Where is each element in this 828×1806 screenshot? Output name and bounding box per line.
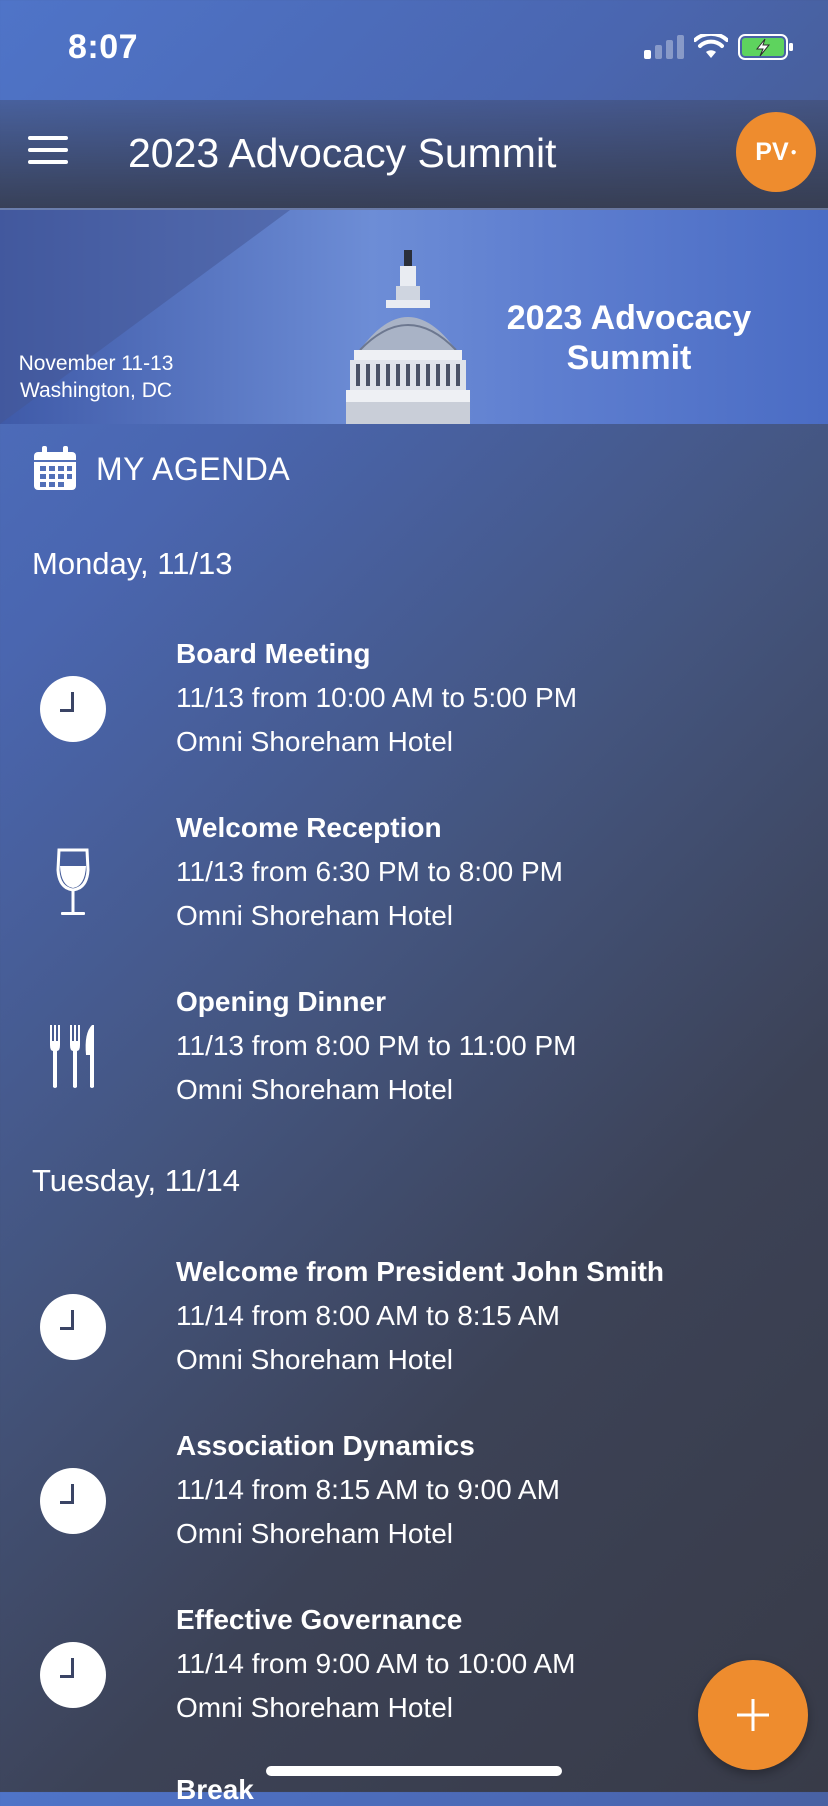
clock-icon [40, 1294, 106, 1360]
clock-icon [40, 1642, 106, 1708]
agenda-item[interactable]: Opening Dinner 11/13 from 8:00 PM to 11:… [0, 974, 828, 1124]
avatar-initials: PV [755, 137, 789, 166]
agenda-item[interactable]: Board Meeting 11/13 from 10:00 AM to 5:0… [0, 626, 828, 776]
agenda-item[interactable]: Welcome Reception 11/13 from 6:30 PM to … [0, 800, 828, 950]
event-time: 11/13 from 10:00 AM to 5:00 PM [176, 682, 578, 713]
home-indicator[interactable] [266, 1766, 562, 1776]
event-title: Welcome from President John Smith [176, 1256, 665, 1287]
event-title: Association Dynamics [176, 1430, 475, 1461]
day-heading: Tuesday, 11/14 [32, 1163, 240, 1198]
status-time: 8:07 [68, 28, 139, 66]
event-title: Board Meeting [176, 638, 371, 669]
menu-icon[interactable] [28, 136, 68, 168]
day-heading: Monday, 11/13 [32, 546, 233, 581]
wifi-icon [694, 34, 728, 58]
event-location: Omni Shoreham Hotel [176, 1344, 454, 1375]
avatar[interactable]: PV ● [736, 112, 816, 192]
clock-icon [40, 676, 106, 742]
app-bar: 2023 Advocacy Summit PV ● [0, 100, 828, 210]
event-banner: November 11-13 Washington, DC 2023 Advoc… [0, 210, 828, 424]
add-button[interactable] [698, 1660, 808, 1770]
event-time: 11/14 from 8:00 AM to 8:15 AM [176, 1300, 560, 1331]
page-title: 2023 Advocacy Summit [128, 130, 557, 176]
banner-date-line2: Washington, DC [19, 379, 173, 402]
banner-title-line2: Summit [566, 339, 692, 377]
event-location: Omni Shoreham Hotel [176, 726, 454, 757]
event-location: Omni Shoreham Hotel [176, 900, 454, 931]
banner-title-line1: 2023 Advocacy [506, 299, 752, 337]
status-icons [644, 34, 794, 60]
agenda-item[interactable]: Welcome from President John Smith 11/14 … [0, 1244, 828, 1394]
clock-icon [40, 1468, 106, 1534]
event-time: 11/14 from 8:15 AM to 9:00 AM [176, 1474, 560, 1505]
battery-charging-icon [738, 34, 793, 60]
event-time: 11/13 from 6:30 PM to 8:00 PM [176, 856, 564, 887]
agenda-label: MY AGENDA [96, 450, 291, 487]
calendar-icon [34, 446, 76, 490]
event-title: Welcome Reception [176, 812, 442, 843]
event-title: Effective Governance [176, 1604, 463, 1635]
utensils-icon [40, 1024, 106, 1090]
event-time: 11/13 from 8:00 PM to 11:00 PM [176, 1030, 577, 1061]
agenda-header: MY AGENDA [32, 446, 290, 492]
event-location: Omni Shoreham Hotel [176, 1518, 454, 1549]
event-location: Omni Shoreham Hotel [176, 1074, 454, 1105]
capitol-dome-image [346, 250, 470, 424]
banner-title: 2023 Advocacy Summit [500, 298, 758, 378]
cellular-signal-icon [644, 35, 684, 59]
status-dot-icon: ● [790, 146, 797, 158]
event-location: Omni Shoreham Hotel [176, 1692, 454, 1723]
event-time: 11/14 from 9:00 AM to 10:00 AM [176, 1648, 576, 1679]
status-bar: 8:07 [0, 0, 828, 100]
banner-date-line1: November 11-13 [18, 352, 174, 375]
banner-date: November 11-13 Washington, DC [16, 350, 176, 404]
wine-glass-icon [40, 848, 106, 916]
event-title: Opening Dinner [176, 986, 386, 1017]
plus-icon [737, 1699, 769, 1731]
event-title-partial[interactable]: Break [176, 1774, 254, 1806]
agenda-item[interactable]: Association Dynamics 11/14 from 8:15 AM … [0, 1418, 828, 1568]
